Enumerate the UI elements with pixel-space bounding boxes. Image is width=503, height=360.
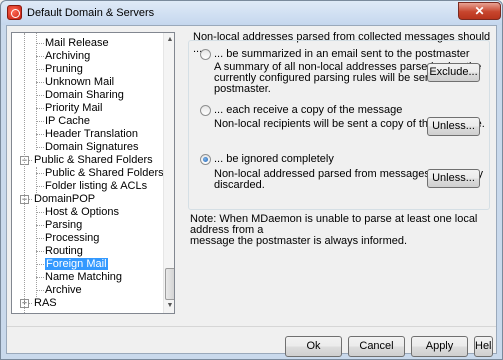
tree-item[interactable]: IP Cache — [45, 115, 90, 128]
tree-scrollbar[interactable]: ▲ ▼ — [163, 33, 174, 313]
tree-item-label: Folder listing & ACLs — [45, 180, 148, 192]
scroll-thumb[interactable] — [165, 268, 174, 300]
help-button[interactable]: Help — [474, 336, 493, 357]
tree-connector — [36, 212, 44, 213]
note-text: Note: When MDaemon is unable to parse at… — [190, 214, 490, 247]
tree-item[interactable]: Unknown Mail — [45, 76, 114, 89]
tree-connector — [36, 251, 44, 252]
tree-item-label: Domain Signatures — [45, 141, 139, 153]
tree-item[interactable]: Archiving — [45, 50, 90, 63]
tree-connector — [36, 147, 44, 148]
tree-item-label: Archiving — [45, 50, 91, 62]
radio-summarize[interactable] — [200, 49, 211, 60]
tree-item-label: Archive — [45, 284, 82, 296]
note-line: Note: When MDaemon is unable to parse at… — [190, 213, 478, 236]
close-button[interactable]: ✕ — [458, 2, 501, 20]
tree-item-label: RAS — [34, 297, 57, 309]
ok-button[interactable]: Ok — [285, 336, 342, 357]
tree-connector — [36, 56, 44, 57]
exclude-button[interactable]: Exclude... — [427, 63, 480, 82]
tree-item-label: Priority Mail — [45, 102, 103, 114]
tree-item-label: Pruning — [45, 63, 83, 75]
option-summarize-label[interactable]: ... be summarized in an email sent to th… — [214, 48, 470, 60]
tree-item[interactable]: Public & Shared Folders — [34, 154, 153, 167]
radio-copy[interactable] — [200, 105, 211, 116]
tree-item[interactable]: Archive — [45, 284, 82, 297]
tree-connector — [36, 277, 44, 278]
unless-button-copy[interactable]: Unless... — [427, 117, 480, 136]
tree-item-label: DomainPOP — [34, 193, 96, 205]
footer-divider — [7, 326, 496, 327]
tree-item-label: Routing — [45, 245, 83, 257]
tree-connector — [36, 290, 44, 291]
tree-item-label: Unknown Mail — [45, 76, 115, 88]
apply-button[interactable]: Apply — [411, 336, 468, 357]
tree-connector — [36, 43, 44, 44]
cancel-button[interactable]: Cancel — [348, 336, 405, 357]
tree-item[interactable]: Name Matching — [45, 271, 122, 284]
tree-item[interactable]: RAS — [34, 297, 57, 310]
option-ignore-label[interactable]: ... be ignored completely — [214, 153, 334, 165]
tree-connector — [36, 264, 44, 265]
tree-guide — [36, 33, 37, 150]
tree-item-label: Header Translation — [45, 128, 138, 140]
tree-item[interactable]: Host & Options — [45, 206, 119, 219]
tree-connector — [36, 108, 44, 109]
tree-item[interactable]: Domain Sharing — [45, 89, 124, 102]
tree-connector — [36, 173, 44, 174]
tree-item-label: Mail Release — [45, 37, 109, 49]
tree-item[interactable]: Mail Release — [45, 37, 109, 50]
tree-connector — [36, 186, 44, 187]
tree-connector — [36, 134, 44, 135]
tree-item-label: Foreign Mail — [45, 258, 108, 270]
dialog-client: Mail Release Archiving Pruning Unknown Mail… — [6, 25, 497, 357]
unless-button-ignore[interactable]: Unless... — [427, 169, 480, 188]
tree-connector — [36, 121, 44, 122]
tree-item-label: Processing — [45, 232, 100, 244]
radio-ignore[interactable] — [200, 154, 211, 165]
tree-item[interactable]: Routing — [45, 245, 83, 258]
tree-item[interactable]: Pruning — [45, 63, 83, 76]
tree-connector — [36, 82, 44, 83]
tree-item[interactable]: Folder listing & ACLs — [45, 180, 147, 193]
tree-item[interactable]: Header Translation — [45, 128, 138, 141]
tree-item[interactable]: Domain Signatures — [45, 141, 139, 154]
app-icon — [7, 5, 22, 20]
tree-item-label: Parsing — [45, 219, 83, 231]
option-copy-label[interactable]: ... each receive a copy of the message — [214, 104, 402, 116]
tree-item-label: Public & Shared Folders — [34, 154, 153, 166]
dialog-window: Default Domain & Servers ✕ Mail Release A… — [0, 0, 503, 360]
tree-guide — [24, 33, 25, 313]
tree-connector — [36, 238, 44, 239]
tree-item[interactable]: Priority Mail — [45, 102, 102, 115]
tree-item[interactable]: Parsing — [45, 219, 82, 232]
tree-item-label: Host & Options — [45, 206, 119, 218]
tree-guide — [36, 167, 37, 193]
scroll-down-icon[interactable]: ▼ — [164, 299, 174, 313]
tree-item-label: Domain Sharing — [45, 89, 124, 101]
tree-connector — [36, 95, 44, 96]
tree-item[interactable]: Foreign Mail — [45, 258, 108, 271]
note-line: message the postmaster is always informe… — [190, 235, 408, 247]
tree-connector — [36, 69, 44, 70]
desc-line: postmaster. — [214, 83, 271, 95]
tree-connector — [36, 225, 44, 226]
tree-item-label: Name Matching — [45, 271, 123, 283]
tree-item[interactable]: DomainPOP — [34, 193, 95, 206]
tree-guide — [36, 206, 37, 297]
window-title: Default Domain & Servers — [27, 7, 155, 19]
title-bar[interactable]: Default Domain & Servers ✕ — [1, 1, 502, 25]
tree-item[interactable]: Public & Shared Folders — [45, 167, 164, 180]
tree-item-label: IP Cache — [45, 115, 91, 127]
tree-item-label: Public & Shared Folders — [45, 167, 164, 179]
tree-item[interactable]: Processing — [45, 232, 99, 245]
navigation-tree[interactable]: Mail Release Archiving Pruning Unknown Mail… — [11, 32, 175, 314]
scroll-up-icon[interactable]: ▲ — [164, 33, 174, 47]
